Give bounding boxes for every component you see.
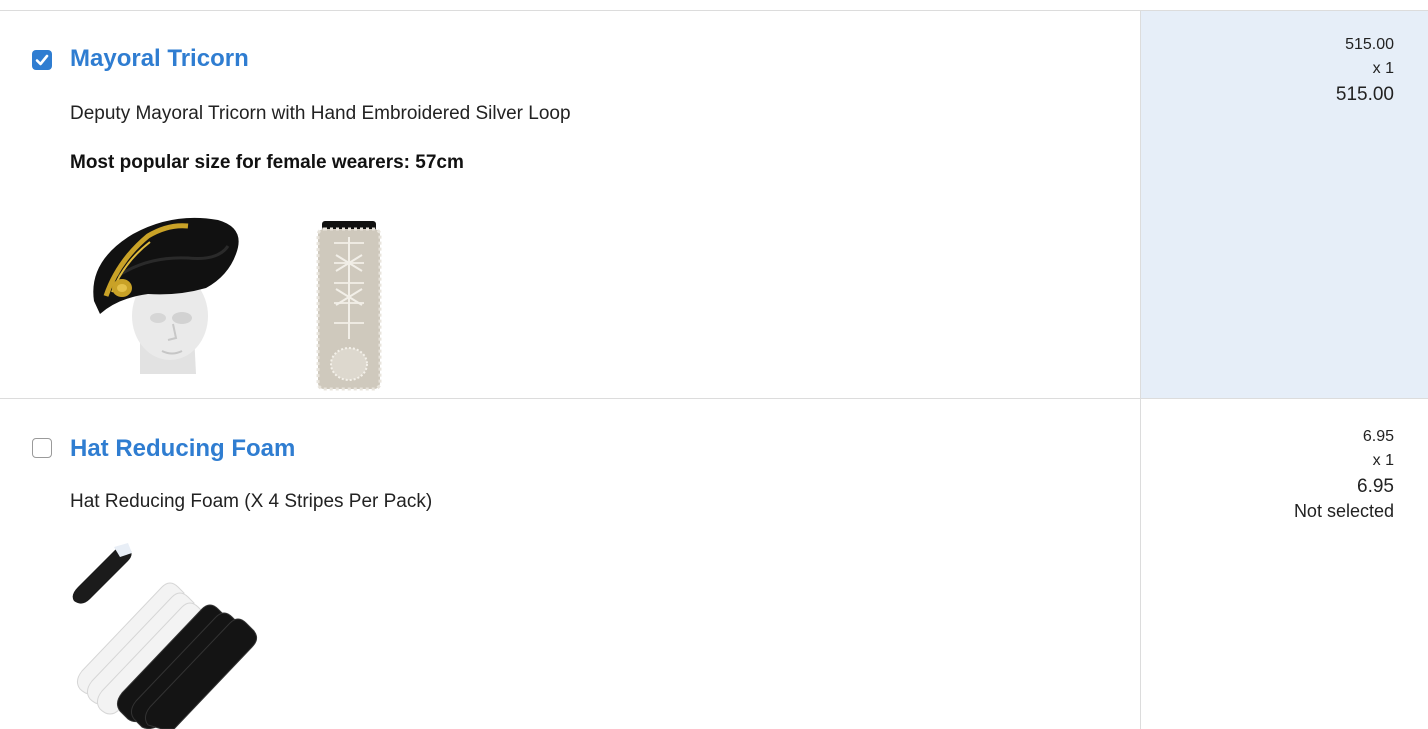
foam-strips-image [72,543,258,729]
product-details: Mayoral Tricorn Deputy Mayoral Tricorn w… [0,11,1140,398]
product-size-note: Most popular size for female wearers: 57… [70,152,464,173]
product-row-hat-reducing-foam: Hat Reducing Foam Hat Reducing Foam (X 4… [0,398,1428,729]
product-description: Deputy Mayoral Tricorn with Hand Embroid… [70,103,571,124]
selection-status: Not selected [1293,501,1394,521]
price-column: 515.00 x 1 515.00 [1140,11,1428,398]
price-column: 6.95 x 1 6.95 Not selected [1140,399,1428,729]
select-checkbox-unchecked[interactable] [32,438,52,458]
checkmark-icon [35,54,49,66]
quantity: x 1 [1372,452,1394,469]
quantity: x 1 [1372,60,1394,77]
product-row-mayoral-tricorn: Mayoral Tricorn Deputy Mayoral Tricorn w… [0,10,1428,398]
unit-price: 515.00 [1345,36,1394,53]
price-block: 515.00 x 1 515.00 [1336,33,1394,107]
product-title-link[interactable]: Hat Reducing Foam [70,435,295,463]
product-details: Hat Reducing Foam Hat Reducing Foam (X 4… [0,399,1140,729]
unit-price: 6.95 [1362,428,1394,445]
select-checkbox-checked[interactable] [32,50,52,70]
product-description: Hat Reducing Foam (X 4 Stripes Per Pack) [70,491,433,512]
price-block: 6.95 x 1 6.95 Not selected [1294,425,1394,523]
line-total: 515.00 [1335,84,1394,105]
embroidered-loop-image [316,221,382,391]
tricorn-hat-image [93,217,239,374]
product-title-link[interactable]: Mayoral Tricorn [70,45,249,73]
line-total: 6.95 [1357,476,1394,497]
